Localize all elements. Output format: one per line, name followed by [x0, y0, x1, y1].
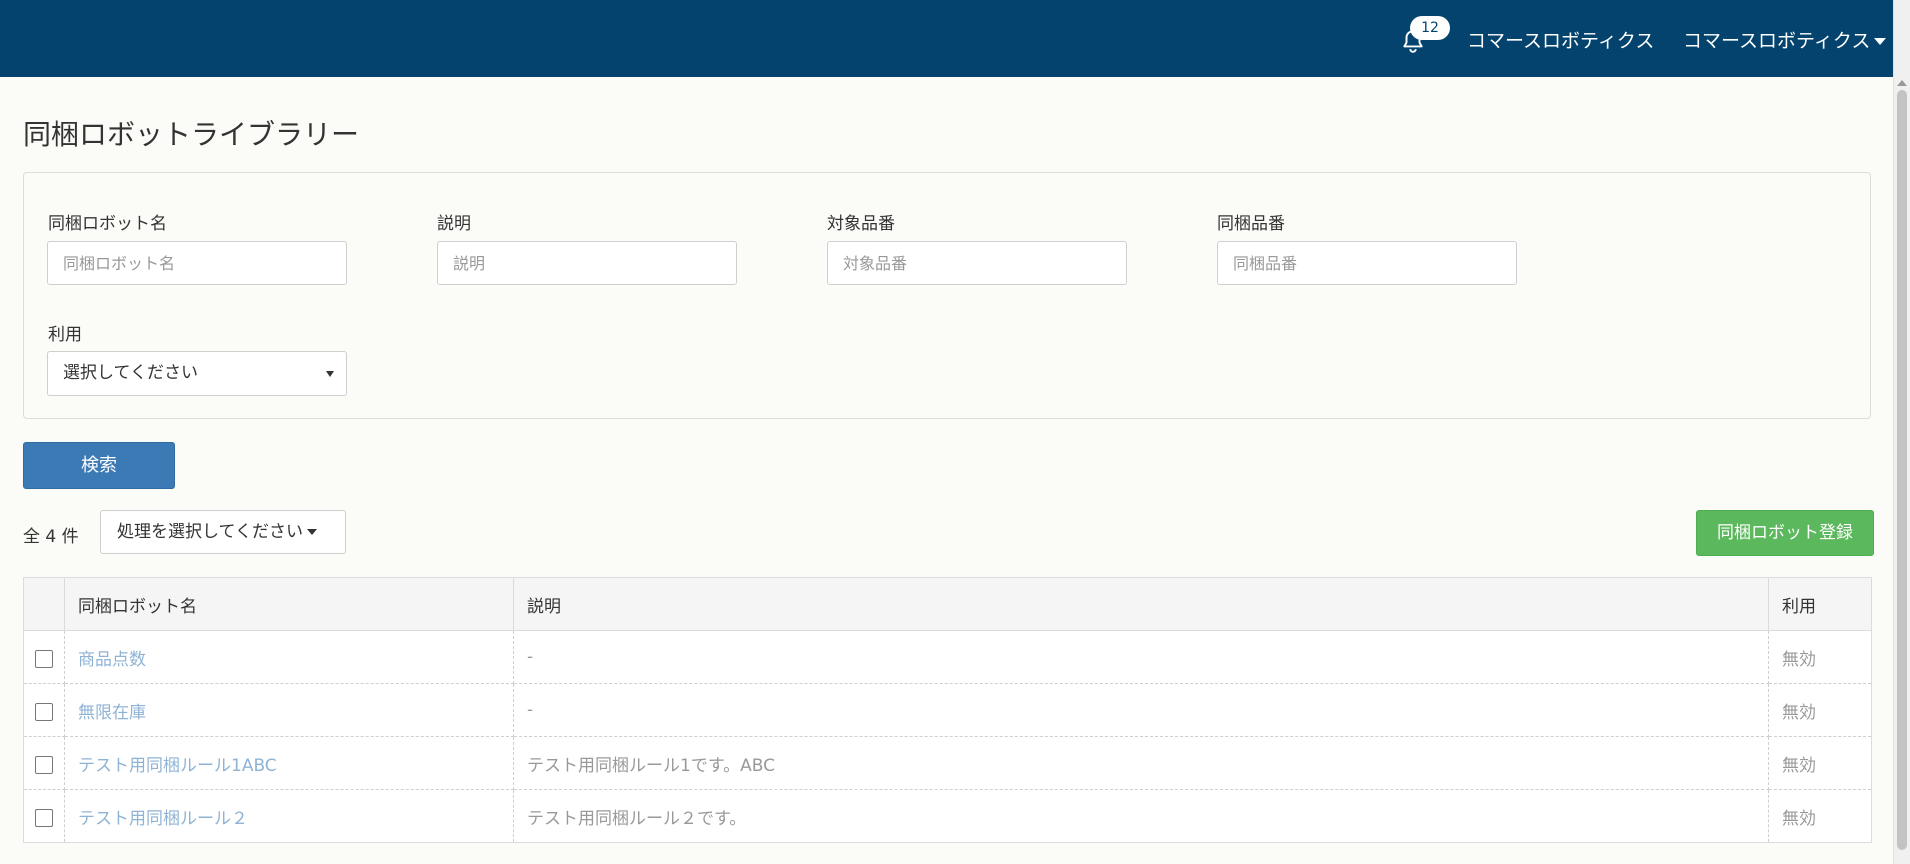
table-row: 無限在庫 - 無効: [23, 683, 1872, 737]
scrollbar-thumb[interactable]: [1897, 90, 1907, 850]
register-robot-button[interactable]: 同梱ロボット登録: [1696, 510, 1874, 556]
usage-cell: 無効: [1768, 630, 1872, 684]
bundle-sku-input[interactable]: [1217, 241, 1517, 285]
robot-name-link[interactable]: テスト用同梱ルール1ABC: [78, 756, 277, 776]
bulk-action-dropdown[interactable]: 処理を選択してください: [100, 510, 346, 554]
table-row: テスト用同梱ルール1ABC テスト用同梱ルール1です。ABC 無効: [23, 736, 1872, 790]
description-label: 説明: [437, 214, 471, 234]
row-checkbox[interactable]: [35, 755, 53, 774]
column-header-description[interactable]: 説明: [513, 577, 1769, 631]
bundle-sku-label: 同梱品番: [1217, 214, 1285, 234]
table-header-row: 同梱ロボット名 説明 利用: [23, 577, 1872, 631]
robot-name-label: 同梱ロボット名: [48, 214, 167, 234]
description-cell: テスト用同梱ルール1です。ABC: [513, 736, 1769, 790]
bulk-action-label: 処理を選択してください: [117, 522, 303, 542]
robot-name-link[interactable]: 無限在庫: [78, 703, 146, 723]
row-select-cell: [23, 736, 65, 790]
target-sku-input[interactable]: [827, 241, 1127, 285]
usage-cell: 無効: [1768, 789, 1872, 843]
top-navbar: 12 コマースロボティクス コマースロボティクス: [0, 0, 1894, 77]
notification-badge[interactable]: 12: [1410, 16, 1450, 40]
user-menu-dropdown[interactable]: コマースロボティクス: [1683, 26, 1887, 53]
caret-down-icon: [326, 371, 334, 377]
caret-down-icon: [1874, 38, 1887, 45]
robot-table: 同梱ロボット名 説明 利用 商品点数 - 無効 無限在庫 - 無効 テスト用同梱…: [23, 577, 1872, 843]
select-column-header: [23, 577, 65, 631]
description-cell: -: [513, 630, 1769, 684]
name-cell: テスト用同梱ルール２: [64, 789, 514, 843]
scroll-up-arrow-icon[interactable]: [1897, 80, 1907, 86]
caret-down-icon: [306, 529, 317, 535]
row-checkbox[interactable]: [35, 702, 53, 721]
row-select-cell: [23, 630, 65, 684]
robot-name-link[interactable]: テスト用同梱ルール２: [78, 809, 248, 829]
table-row: テスト用同梱ルール２ テスト用同梱ルール２です。 無効: [23, 789, 1872, 843]
usage-select-value: 選択してください: [63, 363, 198, 383]
page-title: 同梱ロボットライブラリー: [23, 118, 360, 151]
robot-name-link[interactable]: 商品点数: [78, 650, 146, 670]
row-checkbox[interactable]: [35, 808, 53, 827]
search-panel: 同梱ロボット名 説明 対象品番 同梱品番 利用 選択してください: [23, 172, 1871, 419]
shop-name: コマースロボティクス: [1467, 30, 1655, 52]
description-input[interactable]: [437, 241, 737, 285]
row-select-cell: [23, 789, 65, 843]
column-header-usage[interactable]: 利用: [1768, 577, 1872, 631]
usage-label: 利用: [48, 325, 82, 345]
usage-cell: 無効: [1768, 683, 1872, 737]
name-cell: 無限在庫: [64, 683, 514, 737]
usage-select[interactable]: 選択してください: [47, 351, 347, 396]
description-cell: -: [513, 683, 1769, 737]
target-sku-label: 対象品番: [827, 214, 895, 234]
column-header-name[interactable]: 同梱ロボット名: [64, 577, 514, 631]
name-cell: テスト用同梱ルール1ABC: [64, 736, 514, 790]
usage-cell: 無効: [1768, 736, 1872, 790]
user-menu-label: コマースロボティクス: [1683, 30, 1871, 52]
robot-name-input[interactable]: [47, 241, 347, 285]
row-select-cell: [23, 683, 65, 737]
description-cell: テスト用同梱ルール２です。: [513, 789, 1769, 843]
table-row: 商品点数 - 無効: [23, 630, 1872, 684]
row-checkbox[interactable]: [35, 649, 53, 668]
name-cell: 商品点数: [64, 630, 514, 684]
total-count: 全 4 件: [23, 527, 79, 547]
page-scrollbar[interactable]: [1893, 0, 1910, 864]
search-button[interactable]: 検索: [23, 442, 175, 489]
